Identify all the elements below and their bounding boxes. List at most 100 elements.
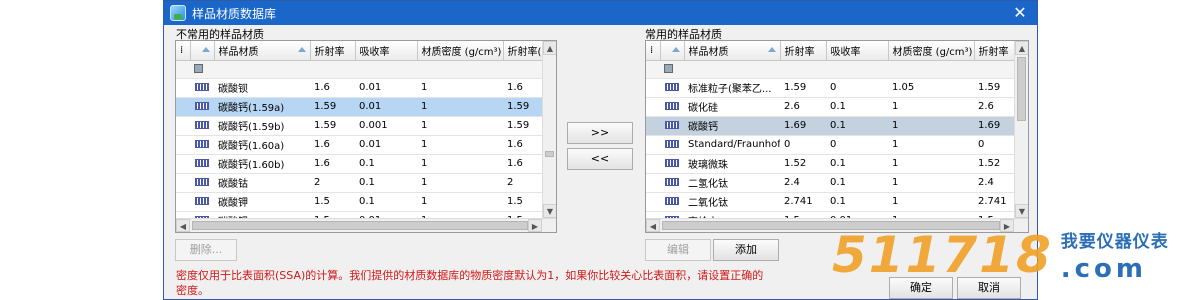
scroll-left-icon[interactable]: ◀	[176, 219, 190, 232]
horizontal-scrollbar[interactable]: ◀ ▶	[176, 218, 556, 232]
row-icon-cell	[660, 154, 684, 174]
column-header-refractive-index[interactable]: 折射率	[780, 41, 827, 61]
table-row[interactable]: 碳酸钡 1.6 0.01 1 1.6	[176, 78, 544, 98]
vertical-scrollbar[interactable]: ▲ ▼	[542, 41, 556, 218]
material-row-icon	[665, 140, 679, 148]
table-cell: 1	[417, 116, 503, 136]
table-cell: 二氧化钛	[684, 192, 780, 212]
scroll-down-icon[interactable]: ▼	[1015, 204, 1028, 218]
close-icon[interactable]: ✕	[1009, 3, 1031, 23]
column-header-absorption[interactable]: 吸收率	[826, 41, 889, 61]
table-row[interactable]: 二氢化钛 2.4 0.1 1 2.4	[646, 173, 1016, 193]
filter-cell[interactable]	[684, 60, 780, 79]
delete-button[interactable]: 删除...	[175, 239, 237, 261]
table-cell: 0	[780, 135, 826, 155]
table-cell: 0.1	[355, 192, 417, 212]
filter-cell[interactable]	[310, 60, 355, 79]
table-cell: 0.01	[355, 97, 417, 117]
icon-column-header[interactable]	[660, 41, 685, 61]
filter-cell[interactable]	[780, 60, 826, 79]
add-button[interactable]: 添加	[713, 239, 779, 261]
filter-row[interactable]	[176, 60, 544, 79]
table-row[interactable]: 碳化硅 2.6 0.1 1 2.6	[646, 97, 1016, 117]
table-row[interactable]: 碳酸钙 1.69 0.1 1 1.69	[646, 116, 1016, 136]
filter-cell[interactable]	[417, 60, 503, 79]
uncommon-materials-table: ⁞ 样品材质 折射率 吸收率 材质密度 (g/cm³) 折射率( 碳酸钡 1.6 0…	[176, 41, 545, 231]
filter-icon[interactable]	[194, 64, 203, 73]
row-icon-cell	[660, 173, 684, 193]
table-cell: 碳酸钡	[214, 78, 310, 98]
table-cell: 碳酸钙(1.60b)	[214, 154, 310, 174]
scroll-right-icon[interactable]: ▶	[528, 219, 542, 232]
table-cell: 1	[888, 135, 974, 155]
column-header-material[interactable]: 样品材质	[214, 41, 311, 61]
table-cell: 1	[888, 154, 974, 174]
column-header-refractive-index-2[interactable]: 折射率(	[503, 41, 545, 61]
filter-cell[interactable]	[888, 60, 974, 79]
column-header-refractive-index[interactable]: 折射率	[310, 41, 356, 61]
watermark-cn: 我要仪器仪表	[1060, 231, 1169, 252]
window-title: 样品材质数据库	[192, 6, 277, 21]
sort-arrow-icon	[297, 47, 306, 52]
filter-row[interactable]	[646, 60, 1016, 79]
filter-cell[interactable]	[214, 60, 310, 79]
column-header-density[interactable]: 材质密度 (g/cm³)	[888, 41, 975, 61]
table-cell: 标准粒子(聚苯乙...	[684, 78, 780, 98]
table-cell: 0	[974, 135, 1016, 155]
row-indicator-header: ⁞	[176, 41, 191, 61]
table-row[interactable]: 碳酸钴 2 0.1 1 2	[176, 173, 544, 193]
material-row-icon	[665, 197, 679, 205]
table-cell: 碳酸钙(1.59a)	[214, 97, 310, 117]
scroll-left-icon[interactable]: ◀	[646, 219, 660, 232]
row-icon-cell	[660, 78, 684, 98]
column-header-material[interactable]: 样品材质	[684, 41, 781, 61]
watermark-com: .com	[1060, 253, 1147, 284]
table-cell: 0	[826, 78, 888, 98]
filter-cell[interactable]	[974, 60, 1016, 79]
scroll-thumb[interactable]	[1017, 57, 1026, 121]
filter-cell[interactable]	[355, 60, 417, 79]
column-header-density[interactable]: 材质密度 (g/cm³)	[417, 41, 504, 61]
row-icon-cell	[190, 97, 214, 117]
row-icon-cell	[660, 116, 684, 136]
scroll-up-icon[interactable]: ▲	[543, 41, 556, 55]
table-cell: 1.59	[310, 97, 355, 117]
table-row[interactable]: 二氧化钛 2.741 0.1 1 2.741	[646, 192, 1016, 212]
table-cell: 2.4	[780, 173, 826, 193]
watermark-side: 我要仪器仪表 .com	[1061, 227, 1169, 284]
filter-cell[interactable]	[190, 60, 214, 79]
edit-button[interactable]: 编辑	[645, 239, 711, 261]
scroll-thumb[interactable]	[545, 151, 554, 157]
scroll-down-icon[interactable]: ▼	[543, 204, 556, 218]
table-row[interactable]: 玻璃微珠 1.52 0.1 1 1.52	[646, 154, 1016, 174]
filter-icon[interactable]	[664, 64, 673, 73]
table-cell: 0.1	[826, 173, 888, 193]
filter-cell[interactable]	[826, 60, 888, 79]
common-materials-table: ⁞ 样品材质 折射率 吸收率 材质密度 (g/cm³) 折射率 标准粒子(聚苯乙…	[646, 41, 1017, 231]
table-row[interactable]: Standard/Fraunhofer0010	[646, 135, 1016, 155]
scroll-thumb-horizontal[interactable]	[192, 221, 528, 230]
move-to-common-button[interactable]: >>	[567, 122, 633, 144]
column-header-refractive-index-2[interactable]: 折射率	[974, 41, 1017, 61]
table-row[interactable]: 碳酸钾 1.5 0.1 1 1.5	[176, 192, 544, 212]
table-cell: 1.69	[780, 116, 826, 136]
table-row[interactable]: 碳酸钙(1.60b) 1.6 0.1 1 1.6	[176, 154, 544, 174]
table-cell: 1.59	[974, 78, 1016, 98]
column-header-absorption[interactable]: 吸收率	[355, 41, 418, 61]
scroll-up-icon[interactable]: ▲	[1015, 41, 1028, 55]
move-to-uncommon-button[interactable]: <<	[567, 148, 633, 170]
vertical-scrollbar[interactable]: ▲ ▼	[1014, 41, 1028, 218]
table-row[interactable]: 碳酸钙(1.60a) 1.6 0.01 1 1.6	[176, 135, 544, 155]
material-row-icon	[195, 140, 209, 148]
table-row[interactable]: 碳酸钙(1.59b) 1.59 0.001 1 1.59	[176, 116, 544, 136]
table-cell: 1.5	[503, 192, 544, 212]
table-row[interactable]: 标准粒子(聚苯乙... 1.59 0 1.05 1.59	[646, 78, 1016, 98]
filter-cell[interactable]	[660, 60, 684, 79]
density-note: 密度仅用于比表面积(SSA)的计算。我们提供的材质数据库的物质密度默认为1，如果…	[176, 269, 764, 297]
table-row[interactable]: 碳酸钙(1.59a) 1.59 0.01 1 1.59	[176, 97, 544, 117]
table-cell: 2.4	[974, 173, 1016, 193]
table-cell: 0.1	[826, 192, 888, 212]
sort-arrow-icon	[201, 47, 210, 52]
icon-column-header[interactable]	[190, 41, 215, 61]
filter-cell[interactable]	[503, 60, 544, 79]
